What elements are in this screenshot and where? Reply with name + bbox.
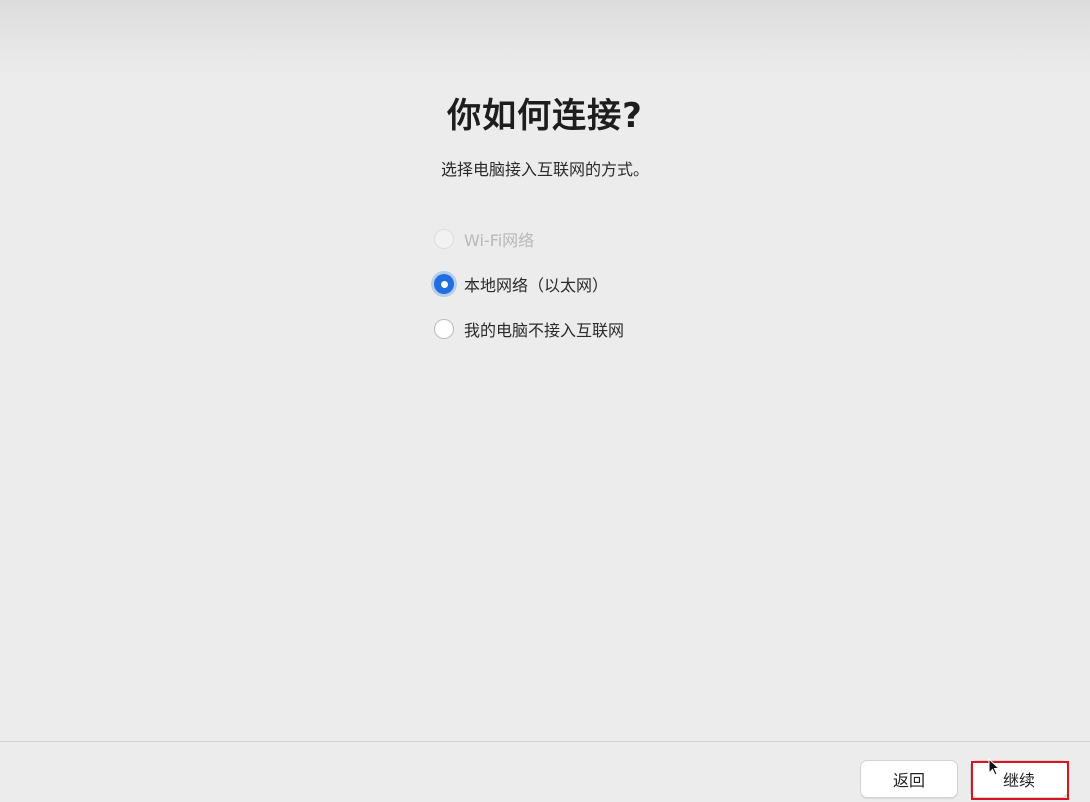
- ethernet-radio[interactable]: [434, 274, 454, 294]
- page-subtitle: 选择电脑接入互联网的方式。: [440, 160, 649, 179]
- option-ethernet[interactable]: 本地网络（以太网）: [434, 269, 754, 299]
- no-internet-radio[interactable]: [434, 319, 454, 339]
- no-internet-label: 我的电脑不接入互联网: [464, 321, 625, 340]
- window-top-bar: [0, 0, 1090, 72]
- wifi-label: Wi-Fi网络: [464, 231, 535, 250]
- ethernet-label: 本地网络（以太网）: [464, 276, 609, 295]
- connection-options: Wi-Fi网络 本地网络（以太网） 我的电脑不接入互联网: [434, 224, 754, 359]
- wifi-radio: [434, 229, 454, 249]
- option-wifi: Wi-Fi网络: [434, 224, 754, 254]
- setup-window: 你如何连接? 选择电脑接入互联网的方式。 Wi-Fi网络 本地网络（以太网） 我…: [0, 0, 1090, 802]
- page-title: 你如何连接?: [447, 96, 643, 136]
- footer-divider: [0, 741, 1090, 742]
- continue-button[interactable]: 继续: [970, 760, 1068, 798]
- option-no-internet[interactable]: 我的电脑不接入互联网: [434, 314, 754, 344]
- arrow-cursor-icon: [988, 758, 1000, 776]
- back-button[interactable]: 返回: [860, 760, 958, 798]
